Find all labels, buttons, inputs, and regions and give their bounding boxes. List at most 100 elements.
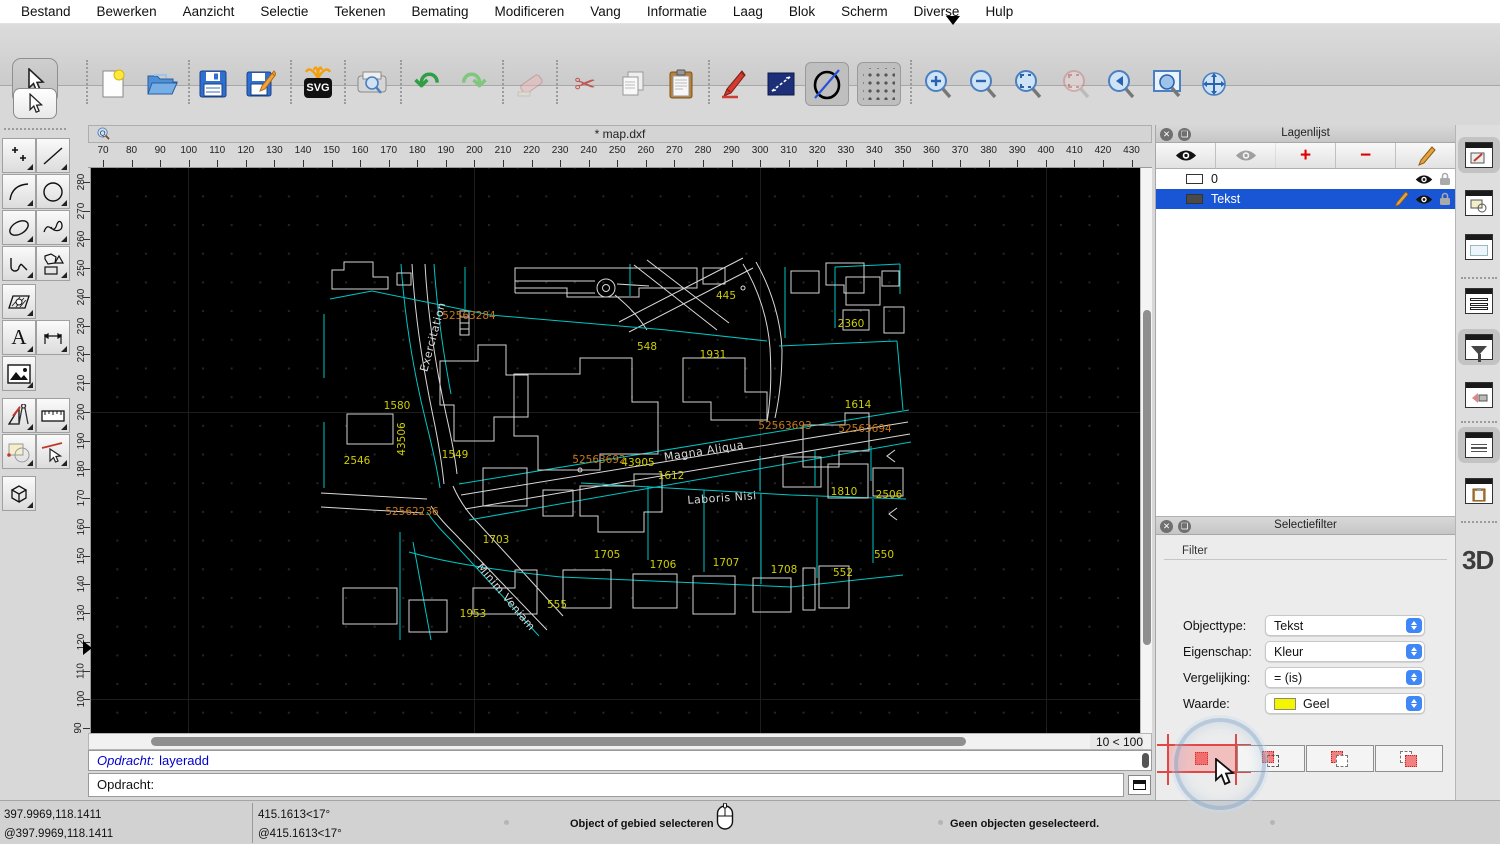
close-icon[interactable]: ✕ [1160,127,1173,141]
toggle-layers-panel[interactable] [1460,283,1498,319]
toggle-properties-panel[interactable] [1458,137,1500,173]
new-file-button[interactable] [95,66,131,102]
layer-hidden-button[interactable] [1216,143,1276,168]
tool-polygon[interactable] [36,246,70,281]
horizontal-scrollbar-thumb[interactable] [151,737,966,746]
paste-button[interactable] [663,66,699,102]
tool-hatch[interactable] [2,284,36,319]
tool-arc[interactable] [2,174,36,209]
menu-item-bestand[interactable]: Bestand [8,0,84,24]
menu-item-laag[interactable]: Laag [720,0,776,24]
layer-add-button[interactable]: + [1276,143,1336,168]
save-button[interactable] [195,66,231,102]
zoom-selection-button[interactable] [1058,66,1094,102]
tool-line[interactable] [36,138,70,173]
zoom-previous-button[interactable] [1103,66,1139,102]
toggle-command-panel[interactable] [1458,427,1500,463]
zoom-window-button[interactable] [1150,66,1186,102]
layer-row-tekst[interactable]: Tekst [1156,189,1455,209]
menu-item-bemating[interactable]: Bemating [398,0,481,24]
erase-button[interactable] [512,66,548,102]
redo-button[interactable]: ↷ [456,66,492,102]
menu-item-hulp[interactable]: Hulp [972,0,1026,24]
tool-image[interactable] [2,356,36,391]
toggle-clipboard-panel[interactable] [1460,473,1498,509]
filter-dropdown-eigenschap[interactable]: Kleur [1265,641,1425,662]
pan-button[interactable] [1196,66,1232,102]
tool-ellipse[interactable] [2,210,36,245]
no-fill-toggle[interactable] [805,62,849,106]
tool-drafting[interactable] [2,398,36,433]
zoom-window-icon [1153,70,1181,98]
hint-text: Object of gebied selecteren [570,818,714,830]
command-window-button[interactable] [1128,775,1151,795]
tool-text[interactable]: A [2,320,36,355]
eye-icon[interactable] [1415,194,1433,205]
cut-button[interactable]: ✂ [567,66,603,102]
dimension-style-button[interactable] [763,66,799,102]
layer-visible-button[interactable] [1156,143,1216,168]
tool-dimension[interactable] [36,320,70,355]
eye-icon[interactable] [1415,174,1433,185]
vertical-scrollbar[interactable] [1140,168,1152,733]
command-history-scrollbar[interactable] [1142,753,1149,768]
open-file-button[interactable] [144,66,180,102]
horizontal-scrollbar[interactable]: 10 < 100 [88,733,1152,750]
filter-dropdown-waarde[interactable]: Geel [1265,693,1425,714]
tool-trim[interactable] [36,434,70,469]
menu-item-modificeren[interactable]: Modificeren [482,0,578,24]
palette-drag-handle[interactable] [4,128,66,132]
toggle-filter-panel[interactable] [1458,329,1500,365]
print-preview-button[interactable] [354,66,390,102]
map-label-52563694: 52563694 [838,423,892,435]
drawing-canvas[interactable]: 445 2360 548 1931 1614 1580 2546 1549 43905 1612 1… [91,168,1140,733]
tool-measure[interactable] [36,398,70,433]
menu-item-tekenen[interactable]: Tekenen [321,0,398,24]
layer-edit-button[interactable] [1396,143,1455,168]
zoom-extents-button[interactable] [1010,66,1046,102]
filter-dropdown-objecttype[interactable]: Tekst [1265,615,1425,636]
copy-button[interactable] [615,66,651,102]
map-label-52563692: 52563692 [572,454,626,466]
export-svg-button[interactable]: SVG [300,66,336,102]
layer-row-0[interactable]: 0 [1156,169,1455,189]
3d-mode-label[interactable]: 3D [1462,545,1494,576]
toggle-preview-panel[interactable] [1460,229,1498,265]
toggle-render-panel[interactable] [1460,377,1498,413]
menu-item-blok[interactable]: Blok [776,0,828,24]
menu-item-selectie[interactable]: Selectie [247,0,321,24]
document-title-bar[interactable]: * map.dxf [88,125,1152,143]
tool-polyline[interactable] [2,246,36,281]
menu-item-bewerken[interactable]: Bewerken [84,0,170,24]
toggle-objects-panel[interactable] [1460,185,1498,221]
filter-intersect-selection-button[interactable] [1375,745,1443,772]
lock-icon[interactable] [1439,172,1451,186]
menu-item-aanzicht[interactable]: Aanzicht [170,0,248,24]
tool-spline[interactable] [36,210,70,245]
lock-icon[interactable] [1439,192,1451,206]
tool-boolean[interactable] [2,434,36,469]
vertical-scrollbar-thumb[interactable] [1143,310,1151,645]
filter-dropdown-vergelijking[interactable]: = (is) [1265,667,1425,688]
tool-points[interactable] [2,138,36,173]
save-as-button[interactable] [243,66,279,102]
command-input[interactable]: Opdracht: [88,773,1124,797]
menu-item-scherm[interactable]: Scherm [828,0,901,24]
select-tool-secondary-button[interactable] [13,88,57,119]
menu-item-diverse[interactable]: Diverse [901,0,973,24]
pencil-icon[interactable] [1393,191,1409,207]
close-icon[interactable]: ✕ [1160,519,1173,533]
edit-pencil-button[interactable] [715,66,751,102]
collapse-icon[interactable]: ❏ [1178,519,1191,533]
undo-button[interactable]: ↶ [409,66,445,102]
zoom-in-button[interactable] [920,66,956,102]
menu-item-vang[interactable]: Vang [577,0,634,24]
tool-circle[interactable] [36,174,70,209]
zoom-out-button[interactable] [965,66,1001,102]
tool-3d-box[interactable] [2,476,36,511]
collapse-icon[interactable]: ❏ [1178,127,1191,141]
grid-toggle[interactable] [857,62,901,106]
filter-remove-from-selection-button[interactable] [1306,745,1374,772]
menu-item-informatie[interactable]: Informatie [634,0,720,24]
layer-remove-button[interactable]: − [1336,143,1396,168]
